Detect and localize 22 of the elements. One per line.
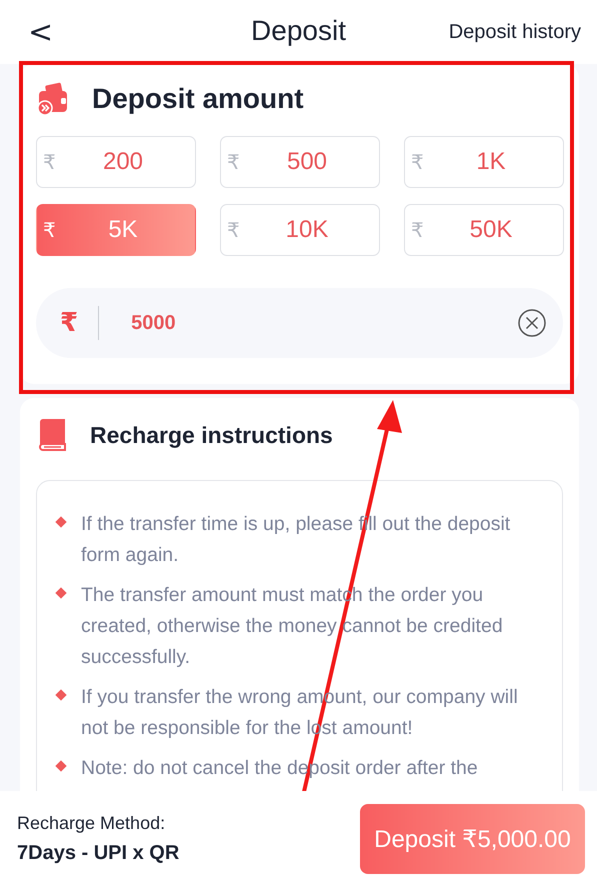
clear-icon[interactable] [517, 308, 547, 338]
method-label: Recharge Method: [17, 813, 166, 834]
wallet-icon [36, 82, 70, 116]
amount-option[interactable]: ₹ 500 [220, 136, 380, 188]
amount-option[interactable]: ₹ 10K [220, 204, 380, 256]
bullet-icon [55, 516, 67, 528]
amount-option[interactable]: ₹ 1K [404, 136, 564, 188]
section-title: Deposit amount [92, 83, 304, 115]
bullet-icon [55, 689, 67, 701]
deposit-history-link[interactable]: Deposit history [448, 20, 581, 44]
amount-option[interactable]: ₹ 50K [404, 204, 564, 256]
amount-option[interactable]: ₹ 5K [36, 204, 196, 256]
amount-option[interactable]: ₹ 200 [36, 136, 196, 188]
back-button[interactable]: < [28, 14, 54, 50]
amount-field[interactable]: ₹ 5000 [36, 288, 563, 358]
page-title: Deposit [251, 15, 346, 47]
deposit-button[interactable]: Deposit ₹5,000.00 [360, 804, 585, 874]
book-icon [36, 418, 68, 452]
bullet-icon [55, 587, 67, 599]
section-title: Recharge instructions [90, 422, 333, 448]
bullet-icon [55, 760, 67, 772]
method-value: 7Days - UPI x QR [17, 842, 180, 865]
